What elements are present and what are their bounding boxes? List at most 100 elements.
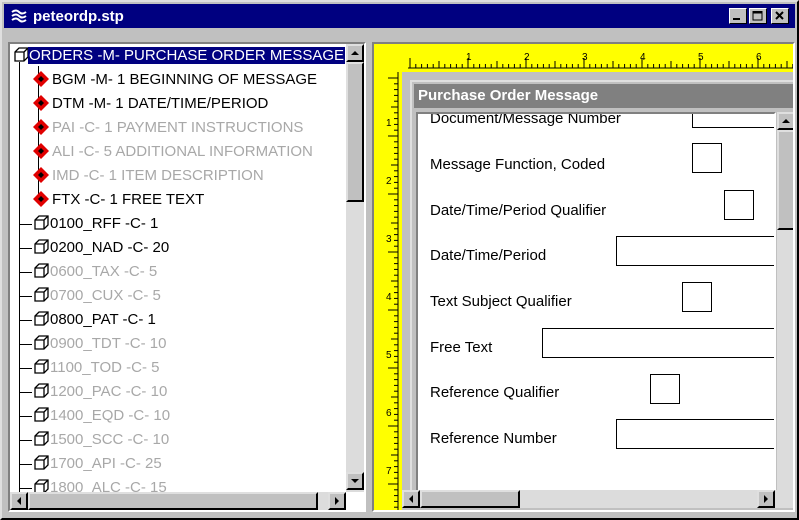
scroll-left-button[interactable] — [10, 492, 28, 510]
tree-item[interactable]: ORDERS -M- PURCHASE ORDER MESSAGE — [10, 44, 345, 68]
field-label: Date/Time/Period Qualifier — [430, 202, 607, 219]
tree-item-label: 0900_TDT -C- 10 — [50, 335, 167, 352]
arrow-right-icon — [764, 495, 768, 503]
tree-item[interactable]: 0800_PAT -C- 1 — [10, 308, 345, 332]
field-input[interactable] — [724, 190, 754, 220]
tree-item[interactable]: 1200_PAC -C- 10 — [10, 380, 345, 404]
field-input[interactable] — [616, 419, 774, 449]
tree-connector — [19, 296, 32, 297]
scroll-right-button[interactable] — [328, 492, 346, 510]
tree-item-label: 0100_RFF -C- 1 — [50, 215, 159, 232]
tree-item[interactable]: 0900_TDT -C- 10 — [10, 332, 345, 356]
scroll-up-button[interactable] — [346, 44, 364, 62]
tree-view[interactable]: ORDERS -M- PURCHASE ORDER MESSAGE BGM -M-… — [8, 42, 366, 512]
tree-horizontal-scrollbar[interactable] — [10, 492, 346, 510]
tree-connector — [19, 224, 32, 225]
tree-item-label: FTX -C- 1 FREE TEXT — [52, 191, 205, 208]
tree-item-label: 1200_PAC -C- 10 — [50, 383, 168, 400]
ruler-number: 6 — [756, 52, 762, 63]
tree-connector — [19, 416, 32, 417]
field-label: Free Text — [430, 339, 493, 356]
window-title: peteordp.stp — [33, 7, 124, 25]
scroll-thumb[interactable] — [346, 62, 364, 202]
field-input[interactable] — [692, 143, 722, 173]
tree-item[interactable]: FTX -C- 1 FREE TEXT — [10, 188, 345, 212]
minimize-button[interactable] — [729, 8, 747, 24]
tree-item[interactable]: 1800_ALC -C- 15 — [10, 476, 345, 492]
tree-item[interactable]: 1700_API -C- 25 — [10, 452, 345, 476]
group-box-icon — [34, 215, 49, 230]
group-box-icon — [34, 263, 49, 278]
red-diamond-icon — [33, 95, 49, 111]
canvas-horizontal-scrollbar[interactable] — [402, 490, 793, 508]
ruler-number: 1 — [466, 52, 472, 63]
minimize-icon — [733, 18, 740, 20]
tree-vertical-scrollbar[interactable] — [346, 44, 364, 492]
tree-item-label: 1500_SCC -C- 10 — [50, 431, 170, 448]
group-box-icon — [34, 335, 49, 350]
tree-item-label: 1700_API -C- 25 — [50, 455, 162, 472]
field-input[interactable] — [692, 114, 774, 128]
form-vertical-scrollbar[interactable] — [777, 112, 793, 490]
tree-connector — [19, 464, 32, 465]
field-input[interactable] — [616, 236, 774, 266]
arrow-left-icon — [409, 495, 413, 503]
tree-item[interactable]: 0100_RFF -C- 1 — [10, 212, 345, 236]
field-input[interactable] — [542, 328, 774, 358]
form-title[interactable]: Purchase Order Message — [414, 84, 793, 108]
field-input[interactable] — [650, 374, 680, 404]
ruler-number: 5 — [386, 350, 392, 361]
tree-item[interactable]: 1400_EQD -C- 10 — [10, 404, 345, 428]
tree-item-label: 0200_NAD -C- 20 — [50, 239, 170, 256]
scroll-down-button[interactable] — [346, 472, 364, 490]
tree-item-label: 0800_PAT -C- 1 — [50, 311, 156, 328]
tree-item-label: ALI -C- 5 ADDITIONAL INFORMATION — [52, 143, 313, 160]
tree-connector — [19, 488, 32, 489]
tree-item[interactable]: IMD -C- 1 ITEM DESCRIPTION — [10, 164, 345, 188]
tree-item[interactable]: 0700_CUX -C- 5 — [10, 284, 345, 308]
tree-item[interactable]: BGM -M- 1 BEGINNING OF MESSAGE — [10, 68, 345, 92]
group-box-icon — [34, 455, 49, 470]
scroll-left-button[interactable] — [402, 490, 420, 508]
tree-item[interactable]: DTM -M- 1 DATE/TIME/PERIOD — [10, 92, 345, 116]
tree-connector — [19, 368, 32, 369]
close-button[interactable] — [771, 8, 789, 24]
tree-item[interactable]: 1500_SCC -C- 10 — [10, 428, 345, 452]
scroll-thumb[interactable] — [777, 130, 793, 230]
field-label: Date/Time/Period — [430, 247, 547, 264]
tree-item[interactable]: 0600_TAX -C- 5 — [10, 260, 345, 284]
red-diamond-icon — [33, 71, 49, 87]
tree-item-label: 0700_CUX -C- 5 — [50, 287, 161, 304]
tree-item[interactable]: PAI -C- 1 PAYMENT INSTRUCTIONS — [10, 116, 345, 140]
horizontal-ruler: 1 2 3 4 5 6 — [374, 44, 793, 72]
tree-connector — [19, 344, 32, 345]
group-box-icon — [34, 287, 49, 302]
maximize-button[interactable] — [749, 8, 767, 24]
scroll-up-button[interactable] — [777, 112, 793, 130]
tree-item-label: 0600_TAX -C- 5 — [50, 263, 158, 280]
tree-item[interactable]: 1100_TOD -C- 5 — [10, 356, 345, 380]
form-window: Purchase Order Message Document/Message … — [410, 80, 793, 490]
red-diamond-icon — [33, 119, 49, 135]
tree-item[interactable]: ALI -C- 5 ADDITIONAL INFORMATION — [10, 140, 345, 164]
title-bar[interactable]: peteordp.stp — [4, 4, 795, 28]
tree-item[interactable]: 0200_NAD -C- 20 — [10, 236, 345, 260]
scroll-right-button[interactable] — [757, 490, 775, 508]
maximize-icon — [752, 11, 763, 21]
ruler-number: 1 — [386, 118, 392, 129]
group-box-icon — [34, 407, 49, 422]
tree-connector — [19, 392, 32, 393]
group-box-icon — [34, 431, 49, 446]
scroll-thumb[interactable] — [420, 490, 520, 508]
field-label: Text Subject Qualifier — [430, 293, 572, 310]
red-diamond-icon — [33, 143, 49, 159]
arrow-right-icon — [335, 497, 339, 505]
scroll-thumb[interactable] — [28, 492, 318, 510]
wave-app-icon — [11, 9, 27, 23]
tree-connector — [19, 440, 32, 441]
tree-connector — [19, 272, 32, 273]
ruler-number: 2 — [524, 52, 530, 63]
arrow-up-icon — [351, 51, 359, 55]
field-input[interactable] — [682, 282, 712, 312]
ruler-number: 3 — [386, 234, 392, 245]
